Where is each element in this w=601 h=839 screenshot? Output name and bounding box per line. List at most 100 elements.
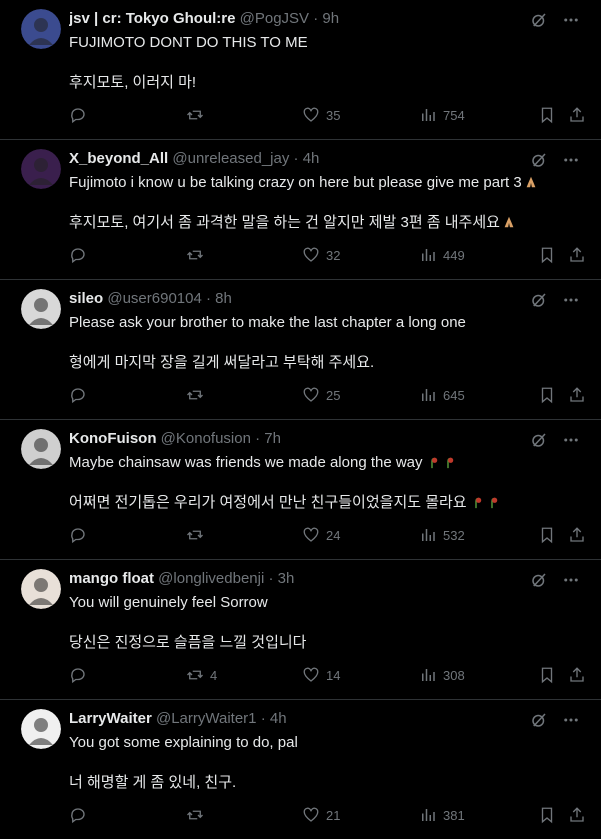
avatar[interactable] bbox=[21, 289, 61, 329]
user-handle[interactable]: @PogJSV bbox=[240, 10, 309, 27]
more-options-icon[interactable] bbox=[561, 570, 581, 590]
share-button[interactable] bbox=[568, 244, 586, 266]
user-handle[interactable]: @longlivedbenji bbox=[158, 570, 264, 587]
reply-button[interactable] bbox=[69, 244, 93, 266]
user-handle[interactable]: @user690104 bbox=[107, 290, 201, 307]
views-button[interactable]: 754 bbox=[419, 104, 465, 126]
grok-icon[interactable] bbox=[529, 290, 549, 310]
retweet-button[interactable] bbox=[186, 804, 210, 826]
retweet-button[interactable]: 4 bbox=[186, 664, 217, 686]
avatar[interactable] bbox=[21, 149, 61, 189]
views-icon bbox=[422, 809, 435, 821]
bookmark-button[interactable] bbox=[538, 664, 556, 686]
retweet-button[interactable] bbox=[186, 244, 210, 266]
avatar[interactable] bbox=[21, 569, 61, 609]
user-handle[interactable]: @LarryWaiter1 bbox=[156, 710, 257, 727]
view-count: 532 bbox=[443, 527, 465, 543]
share-icon bbox=[570, 807, 584, 822]
bookmark-button[interactable] bbox=[538, 804, 556, 826]
bookmark-icon bbox=[541, 247, 553, 264]
views-button[interactable]: 645 bbox=[419, 384, 465, 406]
grok-icon[interactable] bbox=[529, 570, 549, 590]
grok-icon[interactable] bbox=[529, 10, 549, 30]
share-button[interactable] bbox=[568, 524, 586, 546]
views-button[interactable]: 308 bbox=[419, 664, 465, 686]
retweet-icon bbox=[187, 810, 203, 820]
tweet-5[interactable]: mango float @longlivedbenji · 3h You wil… bbox=[0, 560, 601, 700]
tweet-translation: 너 해명할 게 좀 있네, 친구. bbox=[69, 774, 237, 791]
reply-button[interactable] bbox=[69, 664, 93, 686]
more-options-icon[interactable] bbox=[561, 710, 581, 730]
timestamp[interactable]: 4h bbox=[303, 150, 320, 167]
more-options-icon[interactable] bbox=[561, 10, 581, 30]
timestamp[interactable]: 8h bbox=[215, 290, 232, 307]
reply-icon bbox=[71, 808, 85, 824]
tweet-3[interactable]: sileo @user690104 · 8h Please ask your b… bbox=[0, 280, 601, 420]
like-button[interactable]: 35 bbox=[302, 104, 340, 126]
user-handle[interactable]: @unreleased_jay bbox=[172, 150, 289, 167]
like-count: 25 bbox=[326, 387, 341, 403]
tweet-1[interactable]: jsv | cr: Tokyo Ghoul:re @PogJSV · 9h FU… bbox=[0, 0, 601, 140]
retweet-button[interactable] bbox=[186, 524, 210, 546]
reply-button[interactable] bbox=[69, 524, 93, 546]
reply-icon bbox=[71, 388, 85, 404]
tweet-6[interactable]: LarryWaiter @LarryWaiter1 · 4h You got s… bbox=[0, 700, 601, 839]
view-count: 449 bbox=[443, 247, 465, 263]
share-button[interactable] bbox=[568, 804, 586, 826]
like-button[interactable]: 24 bbox=[302, 524, 340, 546]
timestamp[interactable]: 4h bbox=[270, 710, 287, 727]
reply-button[interactable] bbox=[69, 804, 93, 826]
bookmark-button[interactable] bbox=[538, 384, 556, 406]
tweet-4[interactable]: KonoFuison @Konofusion · 7h Maybe chains… bbox=[0, 420, 601, 560]
timestamp[interactable]: 3h bbox=[278, 570, 295, 587]
tweet-text: Fujimoto i know u be talking crazy on he… bbox=[69, 173, 538, 193]
display-name[interactable]: X_beyond_All bbox=[69, 150, 168, 167]
tweet-action-bar: 21 381 bbox=[69, 804, 587, 826]
views-button[interactable]: 381 bbox=[419, 804, 465, 826]
more-options-icon[interactable] bbox=[561, 430, 581, 450]
reply-button[interactable] bbox=[69, 384, 93, 406]
display-name[interactable]: KonoFuison bbox=[69, 430, 156, 447]
bookmark-button[interactable] bbox=[538, 104, 556, 126]
bookmark-button[interactable] bbox=[538, 524, 556, 546]
display-name[interactable]: mango float bbox=[69, 570, 154, 587]
separator-dot: · bbox=[293, 150, 299, 167]
tweet-text: You will genuinely feel Sorrow bbox=[69, 594, 268, 611]
views-icon bbox=[422, 389, 435, 401]
tweet-header: mango float @longlivedbenji · 3h bbox=[69, 569, 521, 589]
avatar[interactable] bbox=[21, 429, 61, 469]
like-button[interactable]: 14 bbox=[302, 664, 340, 686]
more-options-icon[interactable] bbox=[561, 290, 581, 310]
share-button[interactable] bbox=[568, 664, 586, 686]
tweet-text: FUJIMOTO DONT DO THIS TO ME bbox=[69, 34, 308, 51]
like-button[interactable]: 25 bbox=[302, 384, 340, 406]
bookmark-button[interactable] bbox=[538, 244, 556, 266]
retweet-button[interactable] bbox=[186, 104, 210, 126]
share-button[interactable] bbox=[568, 384, 586, 406]
display-name[interactable]: jsv | cr: Tokyo Ghoul:re bbox=[69, 10, 235, 27]
more-options-icon[interactable] bbox=[561, 150, 581, 170]
views-button[interactable]: 532 bbox=[419, 524, 465, 546]
avatar[interactable] bbox=[21, 9, 61, 49]
timestamp[interactable]: 7h bbox=[264, 430, 281, 447]
retweet-button[interactable] bbox=[186, 384, 210, 406]
display-name[interactable]: sileo bbox=[69, 290, 103, 307]
tweet-action-bar: 24 532 bbox=[69, 524, 587, 546]
views-icon bbox=[422, 109, 435, 121]
display-name[interactable]: LarryWaiter bbox=[69, 710, 152, 727]
share-button[interactable] bbox=[568, 104, 586, 126]
avatar[interactable] bbox=[21, 709, 61, 749]
grok-icon[interactable] bbox=[529, 710, 549, 730]
grok-icon[interactable] bbox=[529, 150, 549, 170]
views-button[interactable]: 449 bbox=[419, 244, 465, 266]
grok-icon[interactable] bbox=[529, 430, 549, 450]
reply-button[interactable] bbox=[69, 104, 93, 126]
like-button[interactable]: 21 bbox=[302, 804, 340, 826]
tweet-text: Maybe chainsaw was friends we made along… bbox=[69, 453, 455, 473]
tweet-header: jsv | cr: Tokyo Ghoul:re @PogJSV · 9h bbox=[69, 9, 521, 29]
timestamp[interactable]: 9h bbox=[322, 10, 339, 27]
like-button[interactable]: 32 bbox=[302, 244, 340, 266]
bookmark-icon bbox=[541, 527, 553, 544]
user-handle[interactable]: @Konofusion bbox=[161, 430, 251, 447]
tweet-2[interactable]: X_beyond_All @unreleased_jay · 4h Fujimo… bbox=[0, 140, 601, 280]
